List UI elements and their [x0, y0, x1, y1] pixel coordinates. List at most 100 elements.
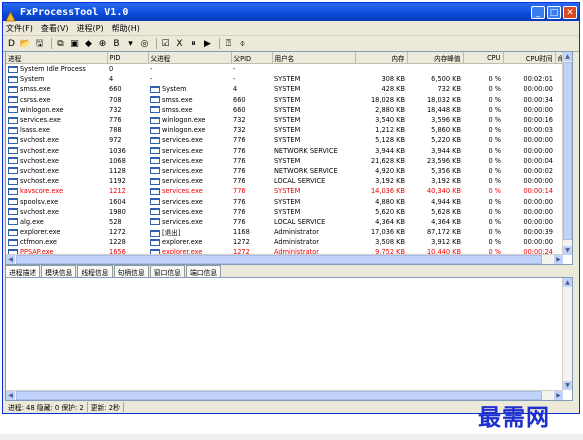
table-row[interactable]: kavscore.exe 1212 services.exe 776 SYSTEM 14,… [6, 186, 572, 196]
close-button[interactable]: ✕ [563, 5, 577, 19]
table-row[interactable]: svchost.exe 1128 services.exe 776 NETWORK SE… [6, 166, 572, 176]
pid-text: 1128 [109, 166, 126, 175]
column-header-user[interactable]: 用户名 [272, 52, 356, 64]
target-icon[interactable]: ⊕ [97, 38, 108, 49]
menu-help[interactable]: 帮助(H) [112, 23, 140, 34]
process-name-text: svchost.exe [20, 146, 59, 155]
cell-parent-process: - [148, 74, 231, 84]
column-header-cpu[interactable]: CPU [463, 52, 504, 64]
cell-parent-process: services.exe [148, 186, 231, 196]
table-row[interactable]: svchost.exe 1980 services.exe 776 SYSTEM 5,62… [6, 207, 572, 217]
scroll-left-icon[interactable]: ◀ [6, 255, 15, 264]
column-header-process[interactable]: 进程 [6, 52, 108, 64]
cell-cpu-time: 00:02:01 [503, 74, 555, 84]
dropdown-arrow-icon[interactable]: ▾ [125, 38, 136, 49]
window-icon[interactable]: ⧉ [55, 38, 66, 49]
pause-icon[interactable]: ⏸ [188, 38, 199, 49]
open-folder-icon[interactable]: 📂 [20, 38, 31, 49]
cell-cpu-time: 00:00:00 [503, 135, 555, 145]
column-header-memory-peak[interactable]: 内存峰值 [407, 52, 464, 64]
table-row[interactable]: System Idle Process 0 - - [6, 64, 572, 75]
diamond-icon[interactable]: ◆ [83, 38, 94, 49]
memory-peak-text: 4,944 KB [431, 197, 461, 206]
scroll-up-icon[interactable]: ▲ [563, 278, 572, 287]
table-row[interactable]: svchost.exe 972 services.exe 776 SYSTEM 5,128… [6, 135, 572, 145]
cpu-text: 0 % [488, 166, 501, 175]
detail-panel[interactable]: ▲ ▼ ◀ ▶ [5, 277, 573, 401]
table-row[interactable]: svchost.exe 1068 services.exe 776 SYSTEM 21,6… [6, 156, 572, 166]
scroll-right-icon[interactable]: ▶ [554, 391, 563, 400]
cell-user-name: SYSTEM [272, 125, 355, 135]
bold-icon[interactable]: B [111, 38, 122, 49]
table-row[interactable]: lsass.exe 788 winlogon.exe 732 SYSTEM 1,212 K… [6, 125, 572, 135]
parent-pid-text: 776 [233, 166, 246, 175]
parent-process-text: [退出] [162, 229, 181, 238]
tab-handle-info[interactable]: 句柄信息 [113, 265, 149, 277]
detail-tabs: 进程描述 模块信息 线程信息 句柄信息 窗口信息 端口信息 [5, 265, 222, 277]
vertical-scrollbar[interactable]: ▲ ▼ [562, 52, 572, 255]
cell-user-name: LOCAL SERVICE [272, 217, 355, 227]
tab-window-info[interactable]: 窗口信息 [149, 265, 185, 277]
memory-text: 3,944 KB [375, 146, 405, 155]
menu-file[interactable]: 文件(F) [6, 23, 33, 34]
tab-thread-info[interactable]: 线程信息 [77, 265, 113, 277]
save-icon[interactable]: 🖫 [34, 38, 45, 49]
table-row[interactable]: csrss.exe 708 smss.exe 660 SYSTEM 18,028 KB 18… [6, 95, 572, 105]
cpu-text: 0 % [488, 156, 501, 165]
help-icon[interactable]: ⍰ [223, 38, 234, 49]
resume-icon[interactable]: ▶ [202, 38, 213, 49]
table-row[interactable]: explorer.exe 1272 [退出] 1168 Administrator 17,… [6, 227, 572, 237]
horizontal-scrollbar[interactable]: ◀ ▶ [6, 254, 563, 264]
cell-memory: 17,036 KB [355, 227, 407, 237]
column-header-memory[interactable]: 内存 [355, 52, 408, 64]
minimize-button[interactable]: _ [531, 5, 545, 19]
new-icon[interactable]: D [6, 38, 17, 49]
table-row[interactable]: smss.exe 660 System 4 SYSTEM 428 KB 732 KB 0 % 0… [6, 84, 572, 94]
table-row[interactable]: alg.exe 528 services.exe 776 LOCAL SERVICE 4,… [6, 217, 572, 227]
scroll-left-icon[interactable]: ◀ [6, 391, 15, 400]
horizontal-scroll-thumb[interactable] [16, 255, 542, 264]
column-header-parent[interactable]: 父进程 [148, 52, 232, 64]
cell-memory: 14,036 KB [355, 186, 407, 196]
maximize-button[interactable]: □ [547, 5, 561, 19]
pid-text: 1228 [109, 238, 126, 247]
scroll-down-icon[interactable]: ▼ [563, 246, 572, 255]
column-header-ppid[interactable]: 父PID [231, 52, 273, 64]
table-row[interactable]: svchost.exe 1192 services.exe 776 LOCAL SERV… [6, 176, 572, 186]
column-header-cpu-time[interactable]: CPU时间 [503, 52, 556, 64]
scroll-down-icon[interactable]: ▼ [563, 381, 572, 390]
process-list[interactable]: 进程 PID 父进程 父PID 用户名 内存 内存峰值 CPU CPU时间 命 … [5, 51, 573, 265]
window-title: FxProcessTool V1.0 [20, 6, 129, 18]
tab-process-description[interactable]: 进程描述 [5, 265, 41, 277]
scroll-right-icon[interactable]: ▶ [554, 255, 563, 264]
scroll-up-icon[interactable]: ▲ [563, 52, 572, 61]
table-row[interactable]: ctfmon.exe 1228 explorer.exe 1272 Administra… [6, 237, 572, 247]
memory-text: 3,192 KB [375, 177, 405, 186]
tab-module-info[interactable]: 模块信息 [41, 265, 77, 277]
screen-icon[interactable]: ▣ [69, 38, 80, 49]
column-header-pid[interactable]: PID [107, 52, 149, 64]
table-row[interactable]: winlogon.exe 732 smss.exe 660 SYSTEM 2,880 KB… [6, 105, 572, 115]
terminate-icon[interactable]: X [174, 38, 185, 49]
process-name-text: alg.exe [20, 217, 44, 226]
title-bar[interactable]: FxProcessTool V1.0 _ □ ✕ [3, 3, 579, 21]
cell-parent-process: explorer.exe [148, 237, 231, 247]
about-icon[interactable]: ⌽ [237, 38, 248, 49]
table-row[interactable]: spoolsv.exe 1604 services.exe 776 SYSTEM 4,88… [6, 196, 572, 206]
refresh-icon[interactable]: ◎ [139, 38, 150, 49]
table-row[interactable]: svchost.exe 1036 services.exe 776 NETWORK SE… [6, 146, 572, 156]
table-row[interactable]: System 4 - - SYSTEM 308 KB 6,500 KB 0 % 00:02:01 [6, 74, 572, 84]
detail-vertical-scrollbar[interactable]: ▲ ▼ [562, 278, 572, 390]
parent-pid-text: 776 [233, 207, 246, 216]
cell-parent-process: smss.exe [148, 95, 231, 105]
check-icon[interactable]: ☑ [160, 38, 171, 49]
menu-view[interactable]: 查看(V) [41, 23, 69, 34]
tab-port-info[interactable]: 端口信息 [185, 265, 222, 277]
cell-process-name: System Idle Process [6, 64, 107, 75]
menu-process[interactable]: 进程(P) [77, 23, 104, 34]
process-icon [8, 65, 18, 73]
table-row[interactable]: services.exe 776 winlogon.exe 732 SYSTEM 3,54… [6, 115, 572, 125]
parent-process-text: smss.exe [162, 95, 193, 104]
vertical-scroll-thumb[interactable] [563, 62, 572, 240]
horizontal-scroll-thumb[interactable] [16, 391, 542, 400]
